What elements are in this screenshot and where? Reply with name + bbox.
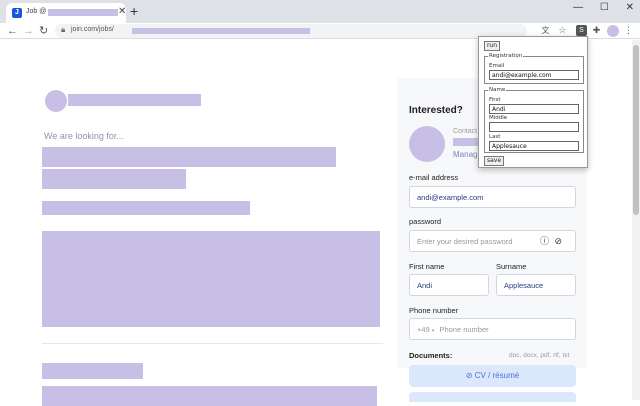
- email-label: e-mail address: [409, 173, 459, 182]
- popup-last-label: Last: [489, 134, 501, 140]
- surname-label: Surname: [496, 262, 527, 271]
- documents-label: Documents:: [409, 351, 453, 360]
- back-icon[interactable]: ←: [7, 24, 18, 38]
- avatar[interactable]: [607, 25, 619, 37]
- puzzle-icon[interactable]: ✚: [591, 25, 602, 36]
- reload-icon[interactable]: ↻: [39, 24, 48, 38]
- url-text: join.com/jobs/: [71, 26, 114, 33]
- section-body-redaction: [42, 386, 377, 406]
- registration-legend: Registration: [489, 53, 523, 59]
- popup-middle-field[interactable]: [489, 122, 579, 132]
- looking-for-heading: We are looking for...: [44, 131, 124, 141]
- chevron-down-icon: ▾: [431, 328, 435, 334]
- popup-middle-label: Middle: [489, 115, 508, 121]
- favicon-icon: J: [12, 8, 22, 18]
- job-description-redaction: [42, 231, 380, 327]
- tab-bar: J Job @ ✕ + — ☐ ✕: [0, 0, 640, 23]
- new-tab-icon[interactable]: +: [130, 3, 138, 19]
- documents-hint: doc, docx, pdf, rtf, txt: [509, 352, 570, 359]
- section-heading-redaction: [42, 363, 143, 379]
- url-redaction: [132, 28, 310, 34]
- contact-avatar: [409, 126, 445, 162]
- scrollbar[interactable]: [632, 40, 640, 400]
- email-field[interactable]: andi@example.com: [409, 186, 576, 208]
- save-button[interactable]: save: [484, 156, 504, 166]
- job-title-redaction: [42, 169, 186, 189]
- phone-label: Phone number: [409, 306, 459, 315]
- star-icon[interactable]: ☆: [557, 25, 568, 36]
- cv-button-label: CV / résumé: [474, 371, 520, 380]
- tab-title: Job @: [26, 8, 47, 15]
- forward-icon[interactable]: →: [23, 24, 34, 38]
- maximize-icon[interactable]: ☐: [600, 2, 609, 13]
- popup-email-label: Email: [489, 63, 505, 69]
- eye-slash-icon[interactable]: ⊘: [555, 236, 563, 246]
- popup-first-label: First: [489, 97, 501, 103]
- menu-icon[interactable]: ⋮: [623, 25, 634, 36]
- company-name-redaction: [68, 94, 201, 106]
- name-legend: Name: [489, 87, 506, 93]
- window-close-icon[interactable]: ✕: [626, 2, 634, 13]
- first-name-field[interactable]: Andi: [409, 274, 489, 296]
- divider: [42, 343, 383, 344]
- minimize-icon[interactable]: —: [573, 2, 583, 13]
- popup-first-field[interactable]: Andi: [489, 104, 579, 114]
- scrollbar-thumb[interactable]: [633, 45, 639, 215]
- company-logo: [45, 90, 67, 112]
- contact-label: Contact: [453, 128, 478, 135]
- contact-role: Manag: [453, 150, 478, 159]
- phone-prefix[interactable]: +49: [417, 325, 430, 334]
- panel-heading: Interested?: [409, 105, 463, 116]
- close-icon[interactable]: ✕: [118, 6, 126, 17]
- job-title-redaction: [42, 147, 336, 167]
- address-bar[interactable]: 🔒︎ join.com/jobs/ 文: [55, 24, 550, 38]
- popup-last-field[interactable]: Applesauce: [489, 141, 579, 151]
- password-placeholder: Enter your desired password: [417, 237, 513, 246]
- upload-cv-button[interactable]: ⊘ CV / résumé: [409, 365, 576, 387]
- browser-tab[interactable]: J Job @ ✕: [6, 3, 126, 23]
- window-controls: — ☐ ✕: [559, 2, 634, 13]
- phone-field[interactable]: +49 ▾ Phone number: [409, 318, 576, 340]
- lock-icon[interactable]: 🔒︎: [61, 25, 65, 35]
- job-meta-redaction: [42, 201, 250, 215]
- password-label: password: [409, 217, 442, 226]
- extension-popup: run Registration Email andi@example.com …: [478, 36, 588, 168]
- tab-title-redaction: [48, 9, 118, 16]
- popup-email-field[interactable]: andi@example.com: [489, 70, 579, 80]
- translate-icon[interactable]: 文: [540, 25, 551, 36]
- first-name-label: First name: [409, 262, 445, 271]
- phone-placeholder: Phone number: [439, 325, 489, 334]
- paperclip-icon: ⊘: [465, 371, 473, 380]
- info-icon[interactable]: ⓘ: [540, 236, 549, 246]
- surname-field[interactable]: Applesauce: [496, 274, 576, 296]
- run-button[interactable]: run: [484, 41, 500, 51]
- upload-other-button[interactable]: [409, 392, 576, 402]
- password-icons: ⓘ ⊘: [540, 234, 562, 247]
- extension-icon[interactable]: S: [576, 25, 587, 36]
